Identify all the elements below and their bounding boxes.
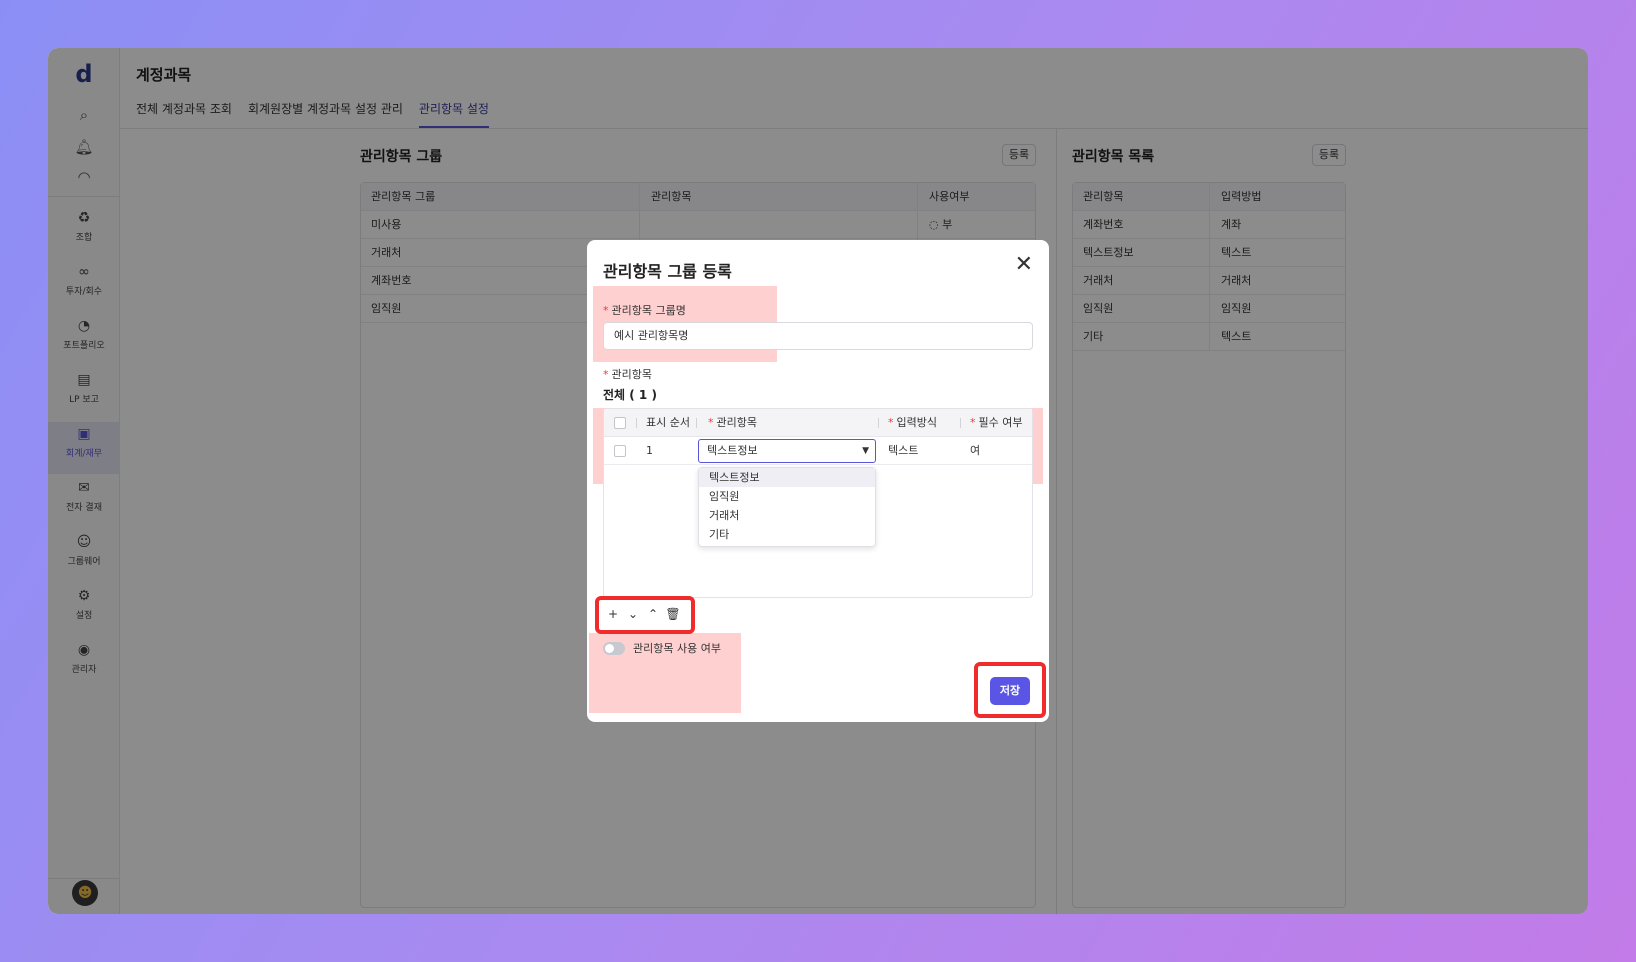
chevron-down-icon[interactable]: ⌄ [623,604,643,624]
toggle-label: 관리항목 사용 여부 [633,642,721,655]
label-text: 관리항목 [611,368,652,381]
close-icon[interactable]: ✕ [1015,254,1033,276]
item-select[interactable]: 텍스트정보 ▼ [698,439,876,463]
column-header: * 입력방식 [888,416,937,429]
save-button[interactable]: 저장 [990,677,1030,705]
label-text: 관리항목 그룹명 [611,304,686,317]
group-name-label: * 관리항목 그룹명 [603,304,686,317]
items-grid: 표시 순서 * 관리항목 * 입력방식 * 필수 여부 1 텍스트 여 텍스트정보 ▼… [603,408,1033,598]
dropdown-option[interactable]: 기타 [699,525,875,544]
column-header: * 필수 여부 [970,416,1023,429]
dropdown-option[interactable]: 임직원 [699,487,875,506]
trash-icon[interactable]: 🗑︎ [663,604,683,624]
column-header: * 관리항목 [708,416,757,429]
chevron-up-icon[interactable]: ⌃ [643,604,663,624]
caret-down-icon: ▼ [862,446,869,456]
dropdown-option[interactable]: 텍스트정보 [699,468,875,487]
modal-title: 관리항목 그룹 등록 [603,262,732,281]
dropdown-option[interactable]: 거래처 [699,506,875,525]
row-toolbar: + ⌄ ⌃ 🗑︎ [603,604,683,624]
column-header-text: 필수 여부 [978,416,1023,429]
column-header-text: 입력방식 [896,416,937,429]
column-header-text: 관리항목 [716,416,757,429]
input-method-cell: 텍스트 [888,444,919,457]
grid-header: 표시 순서 * 관리항목 * 입력방식 * 필수 여부 [604,409,1032,437]
row-checkbox[interactable] [614,445,626,457]
use-toggle[interactable] [603,641,625,655]
select-all-checkbox[interactable] [614,417,626,429]
group-name-input[interactable]: 예시 관리항목명 [603,322,1033,350]
column-header: 표시 순서 [646,416,690,429]
use-toggle-row: 관리항목 사용 여부 [603,640,721,656]
order-cell: 1 [646,444,653,457]
required-cell: 여 [970,444,981,457]
register-group-modal: 관리항목 그룹 등록 ✕ * 관리항목 그룹명 예시 관리항목명 * 관리항목 전체… [587,240,1049,722]
add-icon[interactable]: + [603,604,623,624]
item-count: 전체 ( 1 ) [603,388,657,402]
items-label: * 관리항목 [603,368,652,381]
select-value: 텍스트정보 [707,444,758,457]
item-dropdown: 텍스트정보 임직원 거래처 기타 [698,467,876,547]
